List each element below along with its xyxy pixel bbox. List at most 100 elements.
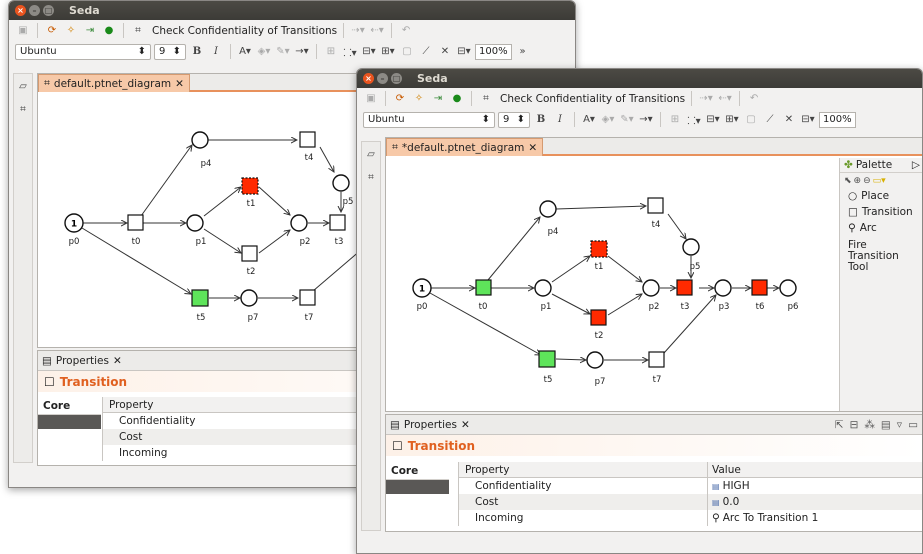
palette-item-transition[interactable]: □ Transition xyxy=(840,204,922,220)
view-menu-icon[interactable]: ▿ xyxy=(897,419,902,431)
check-confidentiality-button[interactable]: Check Confidentiality of Transitions xyxy=(500,93,685,105)
run-icon[interactable]: ● xyxy=(449,90,465,107)
close-tab-icon[interactable]: ✕ xyxy=(461,419,470,431)
line-icon[interactable]: ⟋ xyxy=(762,111,778,128)
place-p4[interactable] xyxy=(191,131,209,149)
transition-t4[interactable] xyxy=(299,131,316,148)
transition-t4[interactable] xyxy=(647,197,664,214)
transition-t7[interactable] xyxy=(648,351,665,368)
close-tab-icon[interactable]: ✕ xyxy=(528,142,537,154)
filter-icon[interactable]: ⁂ xyxy=(864,419,875,431)
crossing-icon[interactable]: ✕ xyxy=(781,111,797,128)
transition-t5[interactable] xyxy=(191,289,209,307)
back-icon[interactable]: ⇠▾ xyxy=(369,22,385,39)
line-color-icon[interactable]: ✎▾ xyxy=(275,43,291,60)
place-p6[interactable] xyxy=(779,279,797,297)
undo-icon[interactable]: ↶ xyxy=(398,22,414,39)
undo-icon[interactable]: ↶ xyxy=(746,90,762,107)
editor-tab[interactable]: ⌗ *default.ptnet_diagram ✕ xyxy=(386,138,544,156)
zoom-combo[interactable]: 100% xyxy=(475,43,512,60)
line-color-icon[interactable]: ✎▾ xyxy=(619,111,635,128)
palette-item-arc[interactable]: ⚲ Arc xyxy=(840,220,922,236)
core-category[interactable]: Core xyxy=(38,397,101,429)
editor-tab[interactable]: ⌗ default.ptnet_diagram ✕ xyxy=(38,74,190,92)
maximize-window-button[interactable]: □ xyxy=(391,73,402,84)
transition-t1[interactable] xyxy=(241,177,259,195)
distribute-icon[interactable]: ⊞▾ xyxy=(724,111,740,128)
toolbar-overflow[interactable]: » xyxy=(515,43,531,60)
forward-icon[interactable]: ⇢▾ xyxy=(698,90,714,107)
zoom-in-icon[interactable]: ⊕ xyxy=(854,176,862,186)
refresh-icon[interactable]: ⟳ xyxy=(392,90,408,107)
line-icon[interactable]: ⟋ xyxy=(418,43,434,60)
fill-color-icon[interactable]: ◈▾ xyxy=(256,43,272,60)
place-p2[interactable] xyxy=(290,214,308,232)
palette-item-place[interactable]: ○ Place xyxy=(840,188,922,204)
zoom-combo[interactable]: 100% xyxy=(819,111,856,128)
step-icon[interactable]: ⇥ xyxy=(430,90,446,107)
advanced-icon[interactable]: ▤ xyxy=(881,419,891,431)
save-icon[interactable]: ▣ xyxy=(15,22,31,39)
transition-t6[interactable] xyxy=(751,279,768,296)
place-p7[interactable] xyxy=(240,289,258,307)
transition-t1[interactable] xyxy=(590,240,608,258)
transition-t5[interactable] xyxy=(538,350,556,368)
properties-tab[interactable]: ▤ Properties ✕ ⇱ ⊟ ⁂ ▤ ▿ ▭ xyxy=(386,415,922,435)
save-icon[interactable]: ▣ xyxy=(363,90,379,107)
table-row[interactable]: Incoming ⚲ Arc To Transition 1 xyxy=(459,510,922,526)
distribute-icon[interactable]: ⊞▾ xyxy=(380,43,396,60)
minimize-view-icon[interactable]: ▭ xyxy=(908,419,918,431)
categories-icon[interactable]: ⊟ xyxy=(850,419,859,431)
zoom-fit-icon[interactable]: ⊟▾ xyxy=(456,43,472,60)
align-icon[interactable]: ⊟▾ xyxy=(361,43,377,60)
diagram-canvas[interactable]: 1 p0 p4 p1 p2 p5 p3 p6 p7 t0 t4 t1 t2 t3… xyxy=(386,158,839,411)
place-p1[interactable] xyxy=(186,214,204,232)
back-icon[interactable]: ⇠▾ xyxy=(717,90,733,107)
place-p1[interactable] xyxy=(534,279,552,297)
font-color-icon[interactable]: A▾ xyxy=(581,111,597,128)
note-tool-icon[interactable]: ▭▾ xyxy=(873,176,886,186)
table-row[interactable]: Cost ▤ 0.0 xyxy=(459,494,922,510)
line-style-icon[interactable]: →▾ xyxy=(638,111,654,128)
line-style-icon[interactable]: →▾ xyxy=(294,43,310,60)
select-all-icon[interactable]: ⸬▾ xyxy=(342,43,358,60)
font-size-select[interactable]: 9 ⬍ xyxy=(154,43,186,60)
bold-button[interactable]: B xyxy=(189,43,205,60)
transition-t2[interactable] xyxy=(241,245,258,262)
maximize-window-button[interactable]: □ xyxy=(43,5,54,16)
close-window-button[interactable]: × xyxy=(363,73,374,84)
refresh-icon[interactable]: ⟳ xyxy=(44,22,60,39)
font-size-select[interactable]: 9 ⬍ xyxy=(498,111,530,128)
forward-icon[interactable]: ⇢▾ xyxy=(350,22,366,39)
arrange-icon[interactable]: ⊞ xyxy=(323,43,339,60)
crossing-icon[interactable]: ✕ xyxy=(437,43,453,60)
minimize-window-button[interactable]: – xyxy=(377,73,388,84)
transition-t7[interactable] xyxy=(299,289,316,306)
font-color-icon[interactable]: A▾ xyxy=(237,43,253,60)
core-label[interactable]: Core xyxy=(386,462,449,480)
place-p5[interactable] xyxy=(682,238,700,256)
collapse-palette-icon[interactable]: ▷ xyxy=(912,159,920,171)
restore-icon[interactable]: ▱ xyxy=(363,146,379,163)
core-category[interactable]: Core xyxy=(386,462,449,494)
close-tab-icon[interactable]: ✕ xyxy=(175,78,184,90)
wand-icon[interactable]: ✧ xyxy=(63,22,79,39)
transition-t0[interactable] xyxy=(475,279,492,296)
select-tool-icon[interactable]: ⬉ xyxy=(844,176,852,186)
bold-button[interactable]: B xyxy=(533,111,549,128)
fill-color-icon[interactable]: ◈▾ xyxy=(600,111,616,128)
transition-t2[interactable] xyxy=(590,309,607,326)
check-confidentiality-icon[interactable]: ⌗ xyxy=(130,22,146,39)
auto-size-icon[interactable]: ▢ xyxy=(399,43,415,60)
font-name-select[interactable]: Ubuntu ⬍ xyxy=(363,111,495,128)
transition-t3[interactable] xyxy=(329,214,346,231)
close-tab-icon[interactable]: ✕ xyxy=(113,355,122,367)
wand-icon[interactable]: ✧ xyxy=(411,90,427,107)
place-p3[interactable] xyxy=(714,279,732,297)
italic-button[interactable]: I xyxy=(208,43,224,60)
core-label[interactable]: Core xyxy=(38,397,101,415)
palette-item-fire-transition[interactable]: Fire Transition Tool xyxy=(840,236,920,273)
place-p7[interactable] xyxy=(586,351,604,369)
step-icon[interactable]: ⇥ xyxy=(82,22,98,39)
pin-icon[interactable]: ⇱ xyxy=(835,419,844,431)
